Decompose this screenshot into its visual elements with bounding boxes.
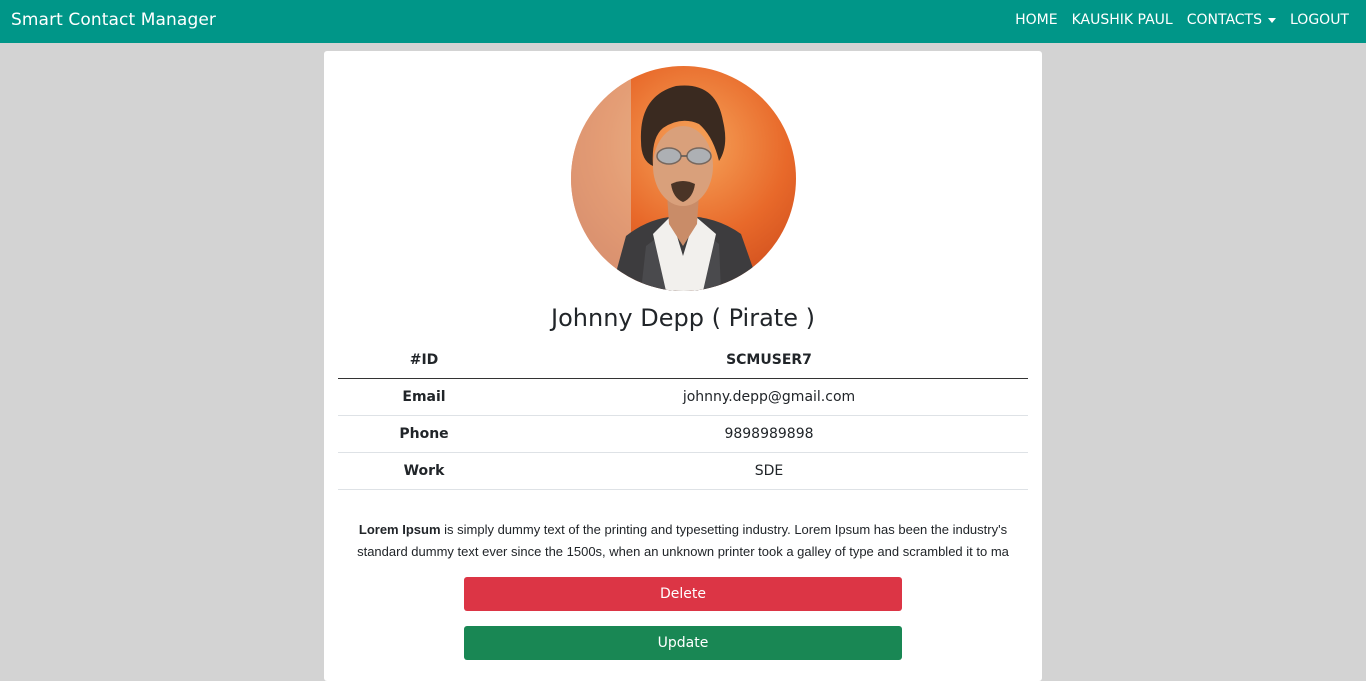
contact-detail-card: Johnny Depp ( Pirate ) #ID SCMUSER7 Emai… (324, 51, 1042, 681)
nav-contacts-label: CONTACTS (1186, 12, 1262, 28)
contact-avatar (571, 66, 796, 291)
delete-button[interactable]: Delete (464, 577, 902, 611)
id-value: SCMUSER7 (510, 342, 1028, 379)
phone-value: 9898989898 (510, 415, 1028, 453)
phone-label: Phone (338, 415, 510, 453)
id-label: #ID (338, 342, 510, 379)
nav-logout-link[interactable]: LOGOUT (1290, 12, 1349, 28)
navbar: Smart Contact Manager HOME KAUSHIK PAUL … (0, 0, 1366, 43)
work-value: SDE (510, 452, 1028, 490)
contact-name: Johnny Depp ( Pirate ) (551, 304, 815, 332)
contact-description: Lorem Ipsum is simply dummy text of the … (340, 519, 1026, 563)
nav-contacts-dropdown[interactable]: CONTACTS (1187, 12, 1276, 28)
email-value: johnny.depp@gmail.com (510, 378, 1028, 416)
description-bold: Lorem Ipsum (358, 522, 441, 537)
table-row: Phone 9898989898 (338, 415, 1028, 453)
table-row: Email johnny.depp@gmail.com (338, 378, 1028, 416)
nav-user-link[interactable]: KAUSHIK PAUL (1072, 12, 1173, 28)
table-header-row: #ID SCMUSER7 (338, 342, 1028, 379)
nav-links: HOME KAUSHIK PAUL CONTACTS LOGOUT (1015, 12, 1349, 28)
avatar-photo-icon (571, 66, 796, 291)
description-text: is simply dummy text of the printing and… (357, 522, 1009, 559)
work-label: Work (338, 452, 510, 490)
contact-info-table: #ID SCMUSER7 Email johnny.depp@gmail.com… (338, 342, 1028, 490)
brand-link[interactable]: Smart Contact Manager (11, 10, 216, 30)
caret-down-icon (1268, 18, 1276, 23)
nav-home-link[interactable]: HOME (1015, 12, 1057, 28)
update-button[interactable]: Update (464, 626, 902, 660)
email-label: Email (338, 378, 510, 416)
table-row: Work SDE (338, 452, 1028, 490)
